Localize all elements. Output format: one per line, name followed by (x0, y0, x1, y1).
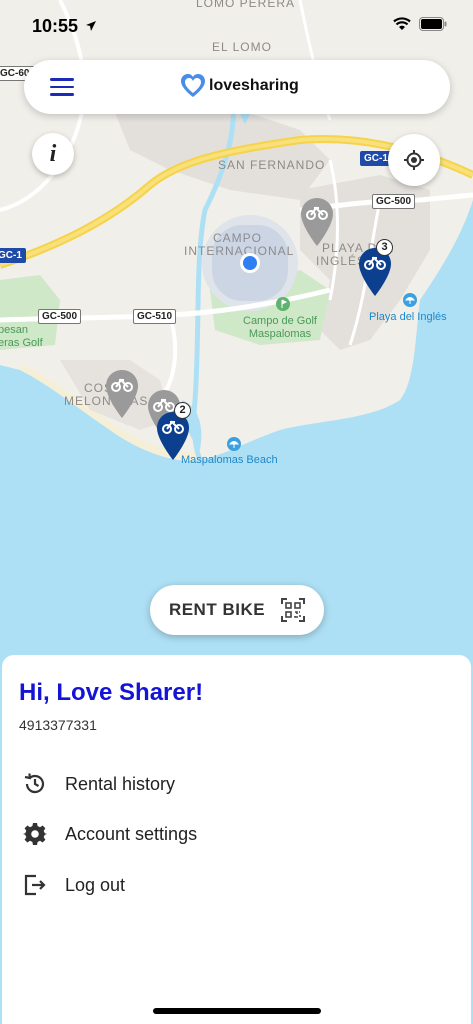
bike-pin-blue-cluster[interactable]: 2 (157, 402, 191, 465)
menu-item-label: Rental history (65, 773, 176, 794)
road-badge-gc510: GC-510 (133, 309, 177, 324)
map-label-san-fernando: SAN FERNANDO (218, 158, 326, 172)
status-bar: 10:55 (0, 0, 473, 50)
menu-item-log-out[interactable]: Log out (2, 863, 471, 907)
crosshair-icon (404, 150, 424, 170)
rent-bike-button[interactable]: RENT BIKE (150, 585, 324, 635)
bike-pin-icon (106, 370, 138, 418)
logo-text: lovesharing (209, 77, 299, 94)
menu-item-label: Log out (65, 874, 126, 895)
logout-icon (22, 872, 48, 898)
map-label-campo: CAMPO (213, 231, 263, 245)
pin-count-badge: 2 (174, 402, 191, 419)
status-time: 10:55 (32, 16, 97, 37)
info-icon: i (49, 140, 57, 167)
battery-icon (419, 17, 447, 31)
rent-bike-label: RENT BIKE (168, 600, 266, 619)
bike-pin-gray[interactable] (301, 198, 333, 251)
map-label-internacional: INTERNACIONAL (184, 244, 295, 258)
user-id: 4913377331 (19, 717, 97, 733)
map-label-campo-golf: Campo de Golf Maspalomas (243, 315, 317, 340)
greeting-title: Hi, Love Sharer! (19, 679, 204, 706)
road-badge-gc1-left: GC-1 (0, 248, 26, 263)
bike-pin-icon (157, 412, 189, 460)
user-location-dot (240, 253, 260, 273)
history-icon (22, 771, 48, 797)
status-icons (393, 17, 447, 31)
top-bar: lovesharing (24, 60, 450, 114)
gear-icon (22, 821, 48, 847)
bike-pin-icon (301, 198, 333, 246)
road-badge-gc500-left: GC-500 (38, 309, 82, 324)
menu-item-rental-history[interactable]: Rental history (2, 762, 471, 806)
road-badge-gc500-right: GC-500 (372, 194, 416, 209)
app-logo: lovesharing (180, 73, 299, 99)
menu-item-label: Account settings (65, 823, 198, 844)
map-label-golf-left: pesan eras Golf (0, 324, 43, 349)
bike-pin-blue-cluster[interactable]: 3 (359, 239, 393, 301)
beach-umbrella-icon (403, 293, 417, 307)
location-arrow-icon (86, 21, 97, 31)
info-button[interactable]: i (32, 133, 74, 175)
map-label-playa-ingles-poi: Playa del Inglés (369, 311, 447, 323)
menu-button[interactable] (50, 78, 74, 96)
golf-icon (276, 297, 290, 311)
bike-pin-gray[interactable] (106, 370, 138, 423)
qr-scan-icon (281, 598, 306, 622)
heart-logo-icon (181, 74, 205, 97)
account-sheet: Hi, Love Sharer! 4913377331 Rental histo… (2, 655, 471, 1024)
locate-me-button[interactable] (388, 134, 440, 186)
pin-count-badge: 3 (376, 239, 393, 256)
home-indicator (153, 1008, 321, 1014)
beach-umbrella-icon (227, 437, 241, 451)
wifi-icon (393, 17, 411, 30)
hamburger-icon (50, 78, 74, 81)
menu-item-account-settings[interactable]: Account settings (2, 812, 471, 856)
map-label-maspalomas-beach: Maspalomas Beach (181, 454, 278, 466)
